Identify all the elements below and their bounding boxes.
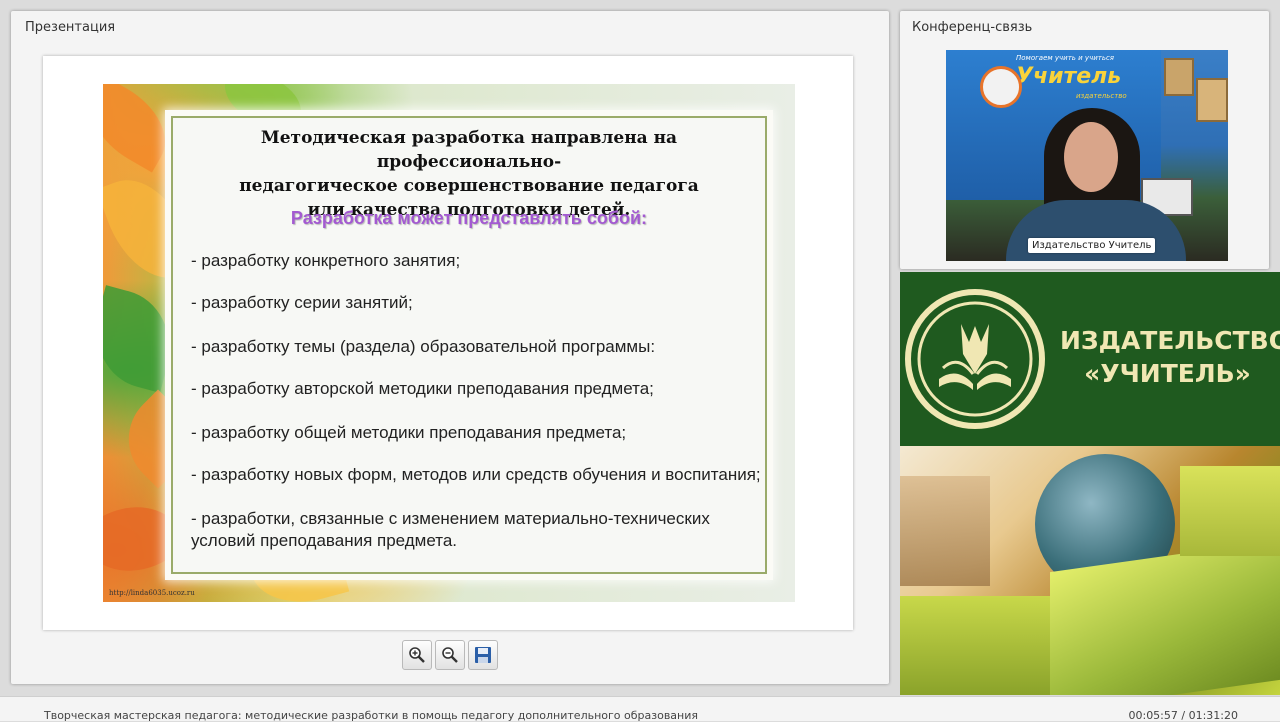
video-feed: Помогаем учить и учиться Учитель издател… — [946, 50, 1228, 261]
webinar-title: Творческая мастерская педагога: методиче… — [44, 709, 699, 722]
save-icon — [475, 647, 491, 663]
banner-line: Учитель — [1016, 64, 1122, 89]
wall-frame — [1164, 58, 1194, 96]
slide-subheading: Разработка может представлять собой: — [290, 208, 648, 228]
list-item: - разработку темы (раздела) образователь… — [191, 337, 656, 356]
conference-title: Конференц-связь — [912, 20, 1033, 35]
book-stack — [1180, 466, 1280, 556]
slide: Методическая разработка направлена на пр… — [103, 84, 795, 602]
list-item: - разработки, связанные с изменением мат… — [191, 509, 710, 550]
wall-frame — [1196, 78, 1228, 122]
save-button[interactable] — [468, 640, 498, 670]
publisher-name: ИЗДАТЕЛЬСТВО «УЧИТЕЛЬ» — [1060, 324, 1280, 390]
list-item: - разработку общей методики преподавания… — [191, 423, 627, 442]
zoom-in-button[interactable] — [402, 640, 432, 670]
presenter-face — [1064, 122, 1118, 192]
brand-panel: ИЗДАТЕЛЬСТВО «УЧИТЕЛЬ» — [900, 272, 1280, 446]
list-item: - разработку конкретного занятия; — [191, 251, 461, 270]
playback-time: 00:05:57 / 01:31:20 — [1128, 709, 1238, 722]
slide-heading-line: Методическая разработка направлена на пр… — [260, 128, 678, 172]
zoom-out-button[interactable] — [435, 640, 465, 670]
slide-viewer: Методическая разработка направлена на пр… — [43, 56, 853, 630]
conference-panel: Конференц-связь Помогаем учить и учиться… — [900, 11, 1269, 269]
presentation-panel: Презентация Методическая разработка напр… — [11, 11, 889, 684]
list-item: - разработку авторской методики преподав… — [191, 379, 654, 398]
publisher-name-line: ИЗДАТЕЛЬСТВО — [1060, 326, 1280, 355]
banner-line: издательство — [1076, 92, 1127, 100]
slide-footer-url: http://linda6035.ucoz.ru — [109, 589, 195, 597]
zoom-in-icon — [409, 647, 425, 663]
banner-logo — [980, 66, 1022, 108]
presentation-title: Презентация — [25, 20, 116, 35]
publisher-logo-icon — [905, 289, 1045, 429]
list-item: - разработку серии занятий; — [191, 293, 413, 312]
slide-content: Методическая разработка направлена на пр… — [171, 116, 767, 574]
list-item: - разработку новых форм, методов или сре… — [191, 465, 761, 484]
zoom-out-icon — [442, 647, 458, 663]
book-stack — [900, 596, 1070, 695]
video-label: Издательство Учитель — [1028, 238, 1156, 253]
status-bar: Творческая мастерская педагога: методиче… — [0, 696, 1280, 722]
banner-line: Помогаем учить и учиться — [1016, 54, 1115, 62]
slide-heading-line: педагогическое совершенствование педагог… — [239, 176, 699, 196]
books-image — [900, 446, 1280, 695]
publisher-name-line: «УЧИТЕЛЬ» — [1084, 359, 1251, 388]
book-stack — [900, 476, 990, 586]
